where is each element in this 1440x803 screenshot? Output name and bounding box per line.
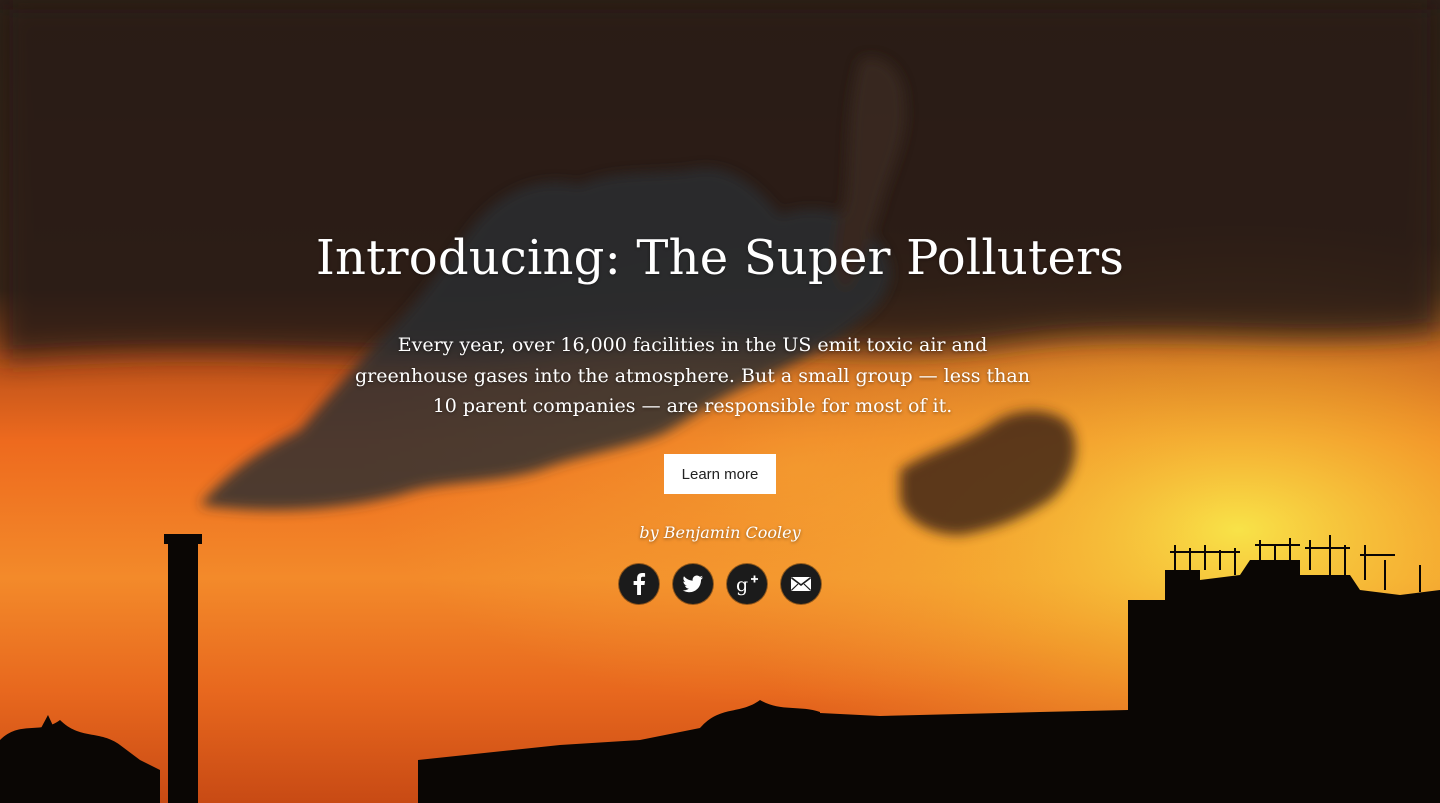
- email-icon: [791, 577, 811, 591]
- page-title: Introducing: The Super Polluters: [315, 230, 1125, 286]
- facebook-icon: [633, 573, 646, 595]
- share-google-plus-button[interactable]: g: [727, 564, 767, 604]
- share-buttons: g: [619, 564, 821, 604]
- learn-more-button[interactable]: Learn more: [664, 454, 776, 494]
- share-facebook-button[interactable]: [619, 564, 659, 604]
- google-plus-icon: g: [736, 574, 758, 596]
- hero-description: Every year, over 16,000 facilities in th…: [355, 334, 1030, 417]
- hero-content: Introducing: The Super Polluters Every y…: [0, 0, 1440, 803]
- hero-section: Introducing: The Super Polluters Every y…: [0, 0, 1440, 803]
- byline: by Benjamin Cooley: [639, 523, 801, 542]
- twitter-icon: [682, 575, 703, 593]
- share-email-button[interactable]: [781, 564, 821, 604]
- svg-text:g: g: [736, 574, 748, 596]
- share-twitter-button[interactable]: [673, 564, 713, 604]
